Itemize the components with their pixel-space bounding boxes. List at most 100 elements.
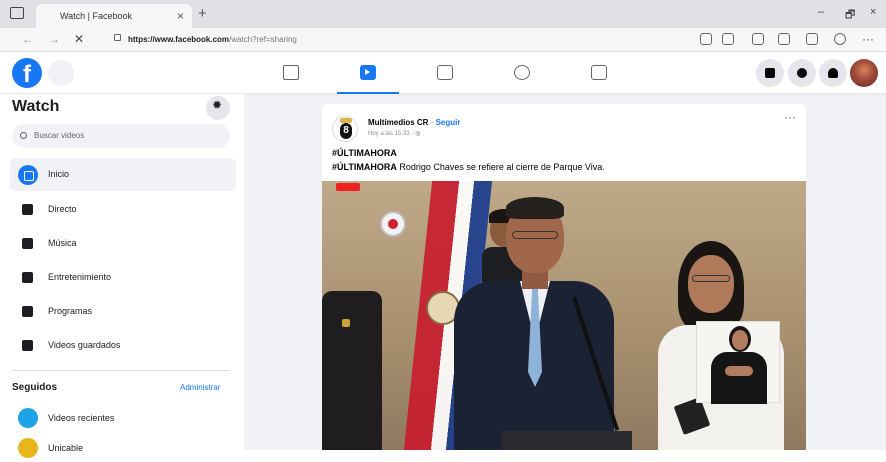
sidebar-item-videos-guardados[interactable]: Videos guardados — [10, 329, 236, 362]
facebook-top-nav: f — [0, 52, 886, 95]
shows-icon — [18, 302, 38, 322]
facebook-search-icon[interactable] — [48, 60, 74, 86]
refresh-icon[interactable] — [752, 33, 764, 45]
lock-icon[interactable] — [114, 34, 121, 41]
follow-link[interactable]: Seguir — [436, 118, 461, 127]
profile-icon[interactable] — [834, 33, 846, 45]
read-aloud-icon[interactable] — [700, 33, 712, 45]
favorites-icon[interactable] — [778, 33, 790, 45]
account-avatar[interactable] — [850, 59, 878, 87]
sidebar-divider — [12, 370, 230, 371]
post-body-tag[interactable]: #ÚLTIMAHORA — [332, 162, 397, 172]
stop-icon[interactable]: ✕ — [74, 32, 84, 46]
video-player[interactable] — [322, 181, 806, 450]
groups-icon — [514, 65, 530, 80]
home-icon — [283, 65, 299, 80]
tab-actions-icon[interactable] — [10, 7, 24, 19]
following-item-label: Videos recientes — [48, 413, 115, 423]
following-item-unicable[interactable]: Unicable — [10, 434, 236, 462]
search-videos-input[interactable]: Buscar videos — [12, 124, 230, 148]
url-host: https://www.facebook.com — [128, 35, 230, 44]
notifications-button[interactable] — [819, 59, 847, 87]
back-icon[interactable]: ← — [22, 32, 34, 46]
sidebar-title: Watch — [12, 98, 60, 115]
browser-tab-bar: Watch | Facebook × + – 🗗 × — [0, 0, 886, 28]
speaker-hair — [506, 197, 564, 219]
new-tab-button[interactable]: + — [198, 5, 207, 22]
watch-feed: 8 Multimedios CR · Seguir Hoy a las 15:3… — [244, 94, 886, 450]
post-author-line: Multimedios CR · Seguir — [368, 118, 461, 127]
nav-home[interactable] — [254, 52, 328, 94]
sidebar-item-label: Entretenimiento — [48, 272, 112, 282]
speaker-figure — [434, 197, 634, 450]
post-body-text: Rodrigo Chaves se refiere al cierre de P… — [396, 162, 605, 172]
page-avatar[interactable]: 8 — [332, 116, 358, 142]
interpreter-head — [732, 330, 748, 350]
watch-icon — [360, 65, 376, 80]
post-timestamp[interactable]: Hoy a las 15:33 · ◍ — [368, 130, 420, 137]
podium — [502, 431, 632, 450]
speaker-glasses — [512, 231, 558, 239]
unicable-avatar — [18, 438, 38, 458]
live-camera-icon — [18, 200, 38, 220]
address-bar: ← → ✕ https://www.facebook.com/watch?ref… — [0, 28, 886, 52]
messenger-button[interactable] — [788, 59, 816, 87]
sidebar-item-inicio[interactable]: Inicio — [10, 158, 236, 191]
sidebar-item-label: Videos guardados — [48, 340, 121, 350]
tab-title: Watch | Facebook — [60, 11, 133, 21]
nav-groups[interactable] — [485, 52, 559, 94]
sidebar-item-entretenimiento[interactable]: Entretenimiento — [10, 261, 236, 294]
nav-marketplace[interactable] — [408, 52, 482, 94]
interpreter-hands — [725, 366, 753, 376]
woman-head — [688, 255, 734, 313]
sidebar-item-musica[interactable]: Música — [10, 227, 236, 260]
entertainment-icon — [18, 268, 38, 288]
settings-gear-icon[interactable] — [206, 96, 230, 120]
sidebar-item-label: Música — [48, 238, 77, 248]
facebook-logo-icon[interactable]: f — [12, 58, 42, 88]
following-item-videos-recientes[interactable]: Videos recientes — [10, 404, 236, 432]
search-placeholder: Buscar videos — [34, 131, 85, 140]
nav-gaming[interactable] — [562, 52, 636, 94]
lapel-pin — [342, 319, 350, 327]
recent-videos-icon — [18, 408, 38, 428]
post-body: #ÚLTIMAHORA Rodrigo Chaves se refiere al… — [332, 162, 605, 172]
sign-language-inset — [696, 321, 780, 404]
music-note-icon — [18, 234, 38, 254]
maximize-button[interactable]: 🗗 — [845, 6, 855, 25]
nav-watch[interactable] — [331, 52, 405, 95]
extensions-icon[interactable] — [722, 33, 734, 45]
messenger-icon — [797, 68, 807, 78]
woman-glasses — [692, 275, 730, 282]
author-separator: · — [430, 118, 434, 127]
bookmark-icon — [18, 336, 38, 356]
post-options-button[interactable]: ··· — [784, 110, 796, 124]
watch-play-icon — [18, 165, 38, 185]
sidebar-item-label: Inicio — [48, 169, 70, 179]
sidebar-item-directo[interactable]: Directo — [10, 193, 236, 226]
government-seal-icon — [380, 211, 406, 237]
sidebar-item-label: Programas — [48, 306, 93, 316]
post-hashtag[interactable]: #ÚLTIMAHORA — [332, 148, 397, 158]
close-tab-icon[interactable]: × — [177, 4, 184, 28]
collections-icon[interactable] — [806, 33, 818, 45]
browser-tab[interactable]: Watch | Facebook × — [36, 4, 192, 28]
url-field[interactable]: https://www.facebook.com/watch?ref=shari… — [128, 31, 297, 49]
forward-icon[interactable]: → — [48, 32, 60, 46]
close-window-button[interactable]: × — [870, 6, 876, 18]
post-author[interactable]: Multimedios CR — [368, 118, 428, 127]
sidebar-item-label: Directo — [48, 204, 77, 214]
marketplace-icon — [437, 65, 453, 80]
manage-link[interactable]: Administrar — [180, 383, 220, 392]
post-time-text: Hoy a las 15:33 · — [368, 131, 416, 137]
more-menu-icon[interactable]: ··· — [862, 32, 874, 46]
minimize-button[interactable]: – — [818, 6, 824, 18]
live-badge — [336, 183, 360, 191]
following-heading: Seguidos — [12, 382, 58, 393]
watch-sidebar: Watch Buscar videos Inicio Directo Músic… — [0, 94, 244, 458]
globe-icon: ◍ — [415, 131, 421, 137]
sidebar-item-programas[interactable]: Programas — [10, 295, 236, 328]
video-post: 8 Multimedios CR · Seguir Hoy a las 15:3… — [322, 104, 806, 450]
search-icon — [20, 132, 27, 139]
menu-grid-button[interactable] — [756, 59, 784, 87]
